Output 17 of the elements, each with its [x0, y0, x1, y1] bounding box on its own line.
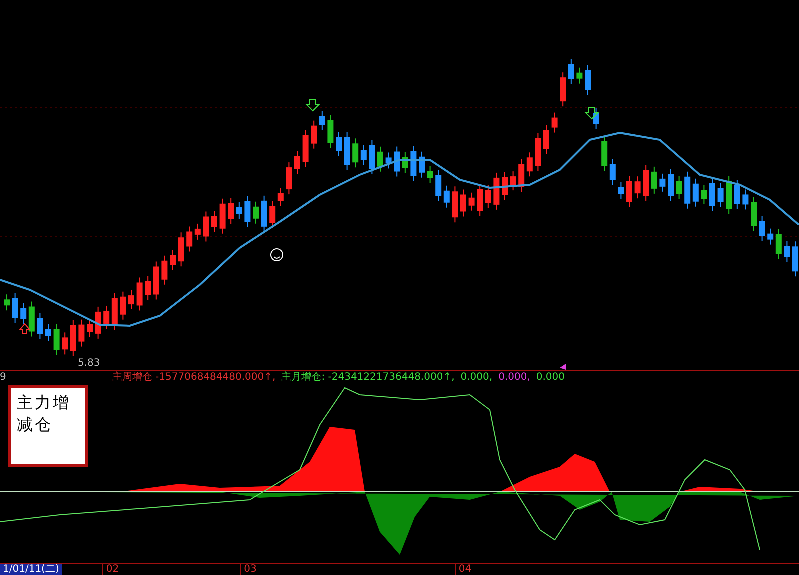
smiley-icon — [270, 248, 284, 262]
legend-item: 0.000 — [536, 371, 566, 385]
legend-item: 9 — [0, 371, 6, 385]
legend-item: 0.000, — [460, 371, 493, 385]
down-arrow-icon — [306, 100, 320, 112]
axis-label: 04 — [454, 564, 475, 575]
legend-item: 主周增仓 -1577068484480.000↑, — [112, 371, 276, 385]
down-arrow-icon — [584, 108, 600, 120]
axis-label: 1/01/11(二) — [0, 564, 62, 575]
price-label: 5.83 — [78, 358, 100, 370]
indicator-title: 主力增减仓 — [8, 385, 88, 467]
axis-label: 03 — [240, 564, 260, 575]
triangle-icon — [560, 364, 566, 370]
axis-label: 02 — [102, 564, 122, 575]
up-arrow-icon — [18, 323, 32, 334]
legend-item: 主月增仓: -24341221736448.000↑, — [282, 371, 455, 385]
legend-item: 0.000, — [498, 371, 530, 385]
